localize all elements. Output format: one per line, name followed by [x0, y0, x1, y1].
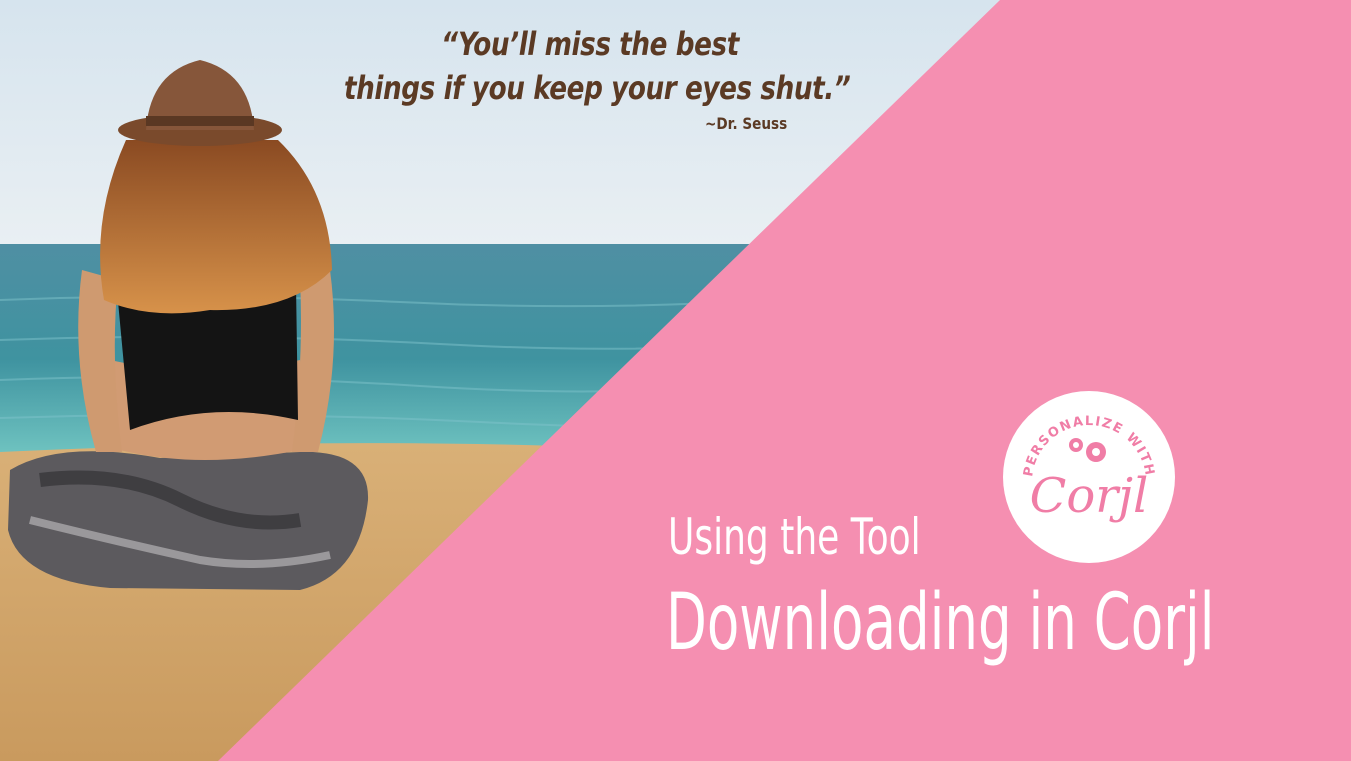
quote: “You’ll miss the best things if you keep… — [290, 22, 890, 110]
quote-author: ~Dr. Seuss — [705, 114, 788, 133]
headline-title: Downloading in Corjl — [666, 578, 1215, 668]
badge-brand: Corjl — [1030, 468, 1149, 524]
slide-canvas: “You’ll miss the best things if you keep… — [0, 0, 1351, 761]
personalize-with-corjl-logo: PERSONALIZE WITH Corjl — [1003, 391, 1175, 563]
quote-line-2: things if you keep your eyes shut.” — [344, 69, 851, 107]
headline-subtitle: Using the Tool — [668, 508, 921, 566]
quote-line-1: “You’ll miss the best — [441, 25, 739, 63]
